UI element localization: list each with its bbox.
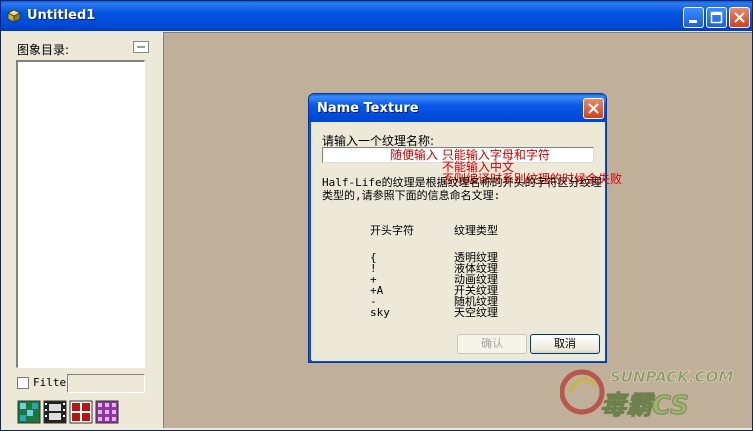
close-icon [588, 103, 599, 114]
ok-button[interactable]: 确认 [457, 334, 527, 354]
naming-description: Half-Life的纹理是根据纹理名称的开头的字符区分纹理类型的,请参照下面的信… [322, 176, 602, 202]
dialog-close-button[interactable] [583, 98, 604, 119]
title-bar[interactable]: Untitled1 [1, 1, 752, 31]
prefix-cell: sky [370, 306, 390, 319]
image-directory-label: 图象目录: [17, 43, 70, 57]
maximize-button[interactable] [706, 7, 727, 28]
panel-menu-icon [137, 46, 145, 48]
panel-menu-button[interactable] [133, 41, 149, 53]
red-tiles-icon[interactable] [69, 400, 93, 424]
close-icon [734, 12, 745, 23]
texture-list[interactable] [16, 60, 145, 368]
cancel-button[interactable]: 取消 [530, 334, 600, 354]
texture-browser-panel: 图象目录: Filte [5, 32, 161, 428]
watermark-bottom-text: 毒霸CS [600, 391, 689, 421]
column-header-type: 纹理类型 [454, 224, 498, 237]
dialog-title-bar[interactable]: Name Texture [309, 94, 606, 122]
texture-grid-icon[interactable] [17, 400, 41, 424]
film-strip-icon[interactable] [43, 400, 67, 424]
window-title: Untitled1 [27, 8, 96, 23]
purple-grid-icon[interactable] [95, 400, 119, 424]
filter-label: Filte [33, 376, 67, 389]
dialog-title: Name Texture [317, 101, 419, 116]
column-header-prefix: 开头字符 [370, 224, 414, 237]
dialog-body: 请输入一个纹理名称: 随便输入 只能输入字母和字符 不能输入中文 否则编译时系别… [312, 122, 622, 361]
minimize-button[interactable] [683, 7, 704, 28]
filter-checkbox[interactable] [17, 377, 29, 389]
name-texture-dialog: Name Texture 请输入一个纹理名称: 随便输入 只能输入字母和字符 不… [308, 93, 622, 363]
maximize-icon [710, 11, 723, 24]
watermark-top-text: SUNPACK.COM [610, 368, 733, 386]
app-cube-icon [7, 9, 21, 23]
type-cell: 天空纹理 [454, 306, 498, 319]
site-watermark: SUNPACK.COM 毒霸CS [560, 368, 734, 421]
filter-input[interactable] [67, 374, 145, 393]
minimize-icon [689, 20, 697, 23]
close-button[interactable] [729, 7, 750, 28]
